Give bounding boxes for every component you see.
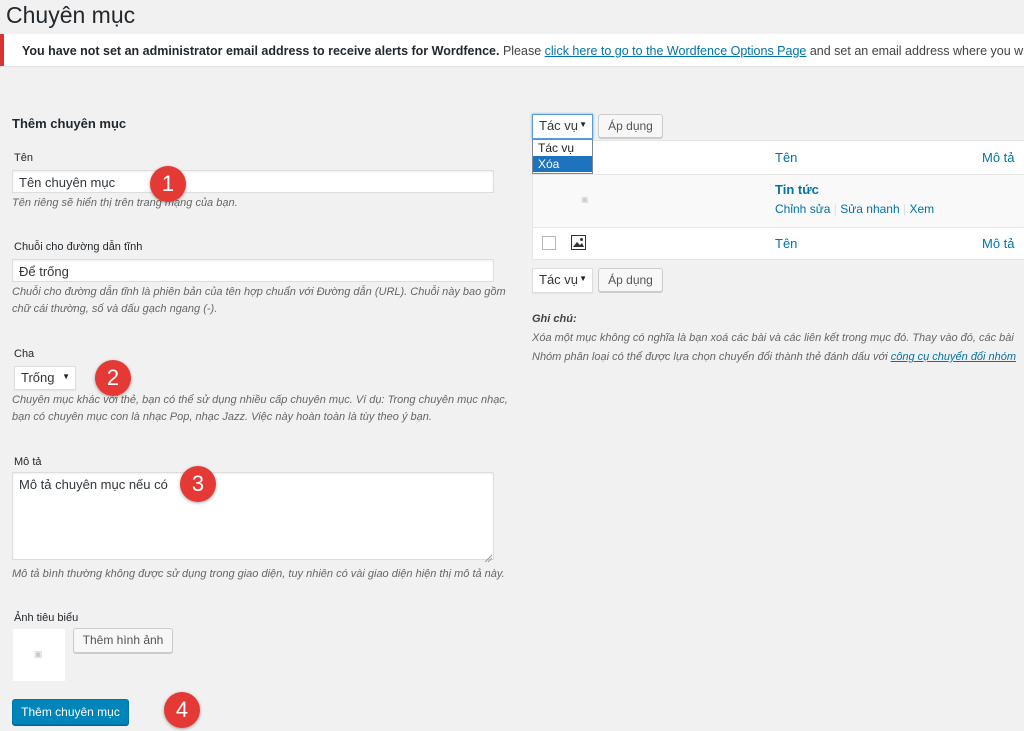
slug-label: Chuỗi cho đường dẫn tĩnh bbox=[14, 241, 143, 253]
marker-3: 3 bbox=[180, 466, 216, 502]
slug-input[interactable]: Để trống bbox=[12, 259, 494, 282]
category-image-icon: ▣ bbox=[581, 195, 589, 204]
parent-select-value: Trống bbox=[21, 370, 55, 385]
marker-1: 1 bbox=[150, 166, 186, 202]
slug-description-line-1: Chuỗi cho đường dẫn tĩnh là phiên bản củ… bbox=[12, 286, 506, 298]
image-column-icon bbox=[571, 235, 586, 253]
page-title: Chuyên mục bbox=[6, 2, 136, 28]
quick-edit-link[interactable]: Sửa nhanh bbox=[840, 202, 899, 216]
featured-image-placeholder: ▣ bbox=[13, 629, 65, 681]
marker-2: 2 bbox=[95, 360, 131, 396]
column-header-name[interactable]: Tên bbox=[775, 150, 797, 165]
notes-line-2: Nhóm phân loại có thể được lựa chọn chuy… bbox=[532, 351, 1017, 363]
notice-text-post: and set an email address where you will … bbox=[809, 44, 1024, 58]
add-image-button[interactable]: Thêm hình ảnh bbox=[73, 628, 173, 653]
bulk-action-select-top[interactable]: Tác vụ ▼ bbox=[532, 114, 593, 139]
apply-button-bottom[interactable]: Áp dụng bbox=[598, 268, 663, 292]
parent-description-line-2: bạn có chuyên mục con là nhạc Pop, nhạc … bbox=[12, 411, 432, 423]
edit-link[interactable]: Chỉnh sửa bbox=[775, 202, 830, 216]
bulk-action-bottom-value: Tác vụ bbox=[539, 272, 579, 287]
slug-description-line-2: chữ cái thường, số và dấu gạch ngang (-)… bbox=[12, 303, 218, 315]
description-help: Mô tả bình thường không được sử dụng tro… bbox=[12, 568, 505, 580]
name-description: Tên riêng sẽ hiển thị trên trang mạng củ… bbox=[12, 197, 238, 209]
categories-table: Tên Mô tả ▣ Tin tức Chỉnh sửa | Sửa nhan… bbox=[532, 140, 1024, 260]
column-footer-description[interactable]: Mô tả bbox=[982, 236, 1015, 251]
parent-label: Cha bbox=[14, 348, 35, 360]
description-label: Mô tả bbox=[14, 456, 42, 468]
featured-image-label: Ảnh tiêu biểu bbox=[14, 612, 79, 624]
category-name-link[interactable]: Tin tức bbox=[775, 182, 819, 197]
bulk-action-select-bottom[interactable]: Tác vụ ▼ bbox=[532, 268, 593, 293]
name-input[interactable]: Tên chuyên mục bbox=[12, 170, 494, 193]
bulk-action-top-value: Tác vụ bbox=[539, 118, 579, 133]
bulk-option-actions[interactable]: Tác vụ bbox=[533, 140, 592, 156]
separator: | bbox=[833, 202, 837, 216]
name-label: Tên bbox=[14, 152, 33, 164]
description-textarea[interactable]: Mô tả chuyên mục nếu có bbox=[12, 472, 494, 560]
dropdown-arrow-icon: ▼ bbox=[579, 120, 587, 129]
image-placeholder-icon: ▣ bbox=[34, 649, 43, 659]
resize-handle-icon[interactable] bbox=[484, 550, 493, 563]
parent-description-line-1: Chuyên mục khác với thẻ, bạn có thể sử d… bbox=[12, 394, 508, 406]
select-all-checkbox[interactable] bbox=[542, 236, 556, 250]
bulk-option-delete[interactable]: Xóa bbox=[533, 156, 592, 172]
parent-select[interactable]: Trống ▼ bbox=[14, 366, 76, 390]
divider bbox=[533, 227, 1024, 228]
wordfence-notice: You have not set an administrator email … bbox=[0, 34, 1024, 66]
row-actions: Chỉnh sửa | Sửa nhanh | Xem bbox=[775, 202, 934, 216]
separator: | bbox=[902, 202, 907, 216]
bulk-action-dropdown-list: Tác vụ Xóa bbox=[532, 139, 593, 174]
notice-bold-text: You have not set an administrator email … bbox=[22, 44, 500, 58]
notes-line-1: Xóa một mục không có nghĩa là bạn xoá cá… bbox=[532, 332, 1014, 344]
marker-4: 4 bbox=[164, 692, 200, 728]
notice-text-pre: Please bbox=[499, 44, 545, 58]
notes-title: Ghi chú: bbox=[532, 313, 577, 325]
table-row: ▣ Tin tức Chỉnh sửa | Sửa nhanh | Xem bbox=[533, 175, 1024, 227]
add-category-heading: Thêm chuyên mục bbox=[12, 116, 127, 131]
column-footer-name[interactable]: Tên bbox=[775, 236, 797, 251]
category-converter-link[interactable]: công cụ chuyển đổi nhóm bbox=[891, 351, 1016, 363]
column-header-description[interactable]: Mô tả bbox=[982, 150, 1015, 165]
dropdown-arrow-icon: ▼ bbox=[62, 372, 70, 381]
view-link[interactable]: Xem bbox=[909, 202, 934, 216]
wordfence-options-link[interactable]: click here to go to the Wordfence Option… bbox=[545, 44, 807, 58]
dropdown-arrow-icon: ▼ bbox=[579, 274, 587, 283]
apply-button-top[interactable]: Áp dụng bbox=[598, 114, 663, 138]
add-category-button[interactable]: Thêm chuyên mục bbox=[12, 699, 129, 725]
